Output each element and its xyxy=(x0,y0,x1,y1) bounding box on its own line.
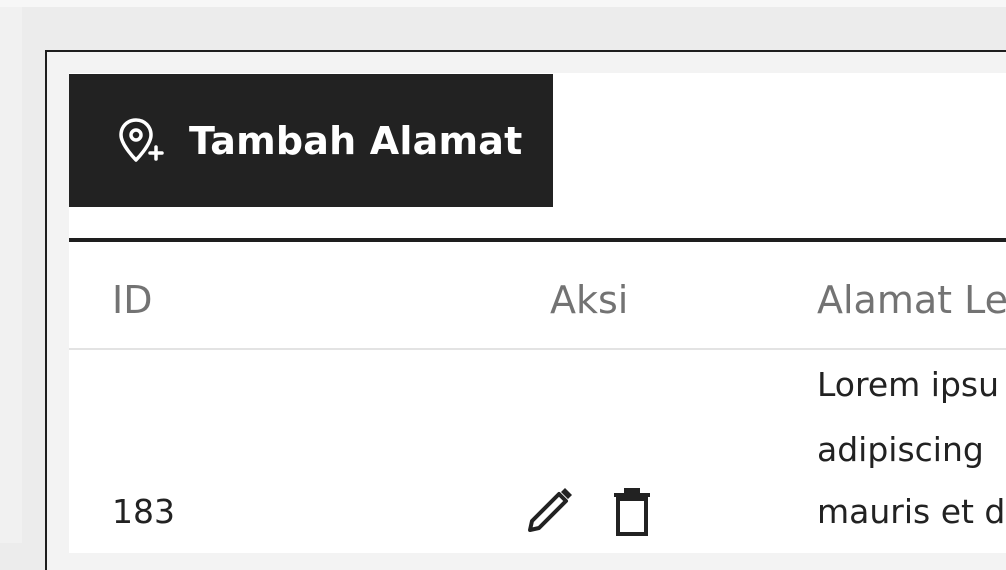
side-strip xyxy=(0,7,22,543)
address-line: adipiscing xyxy=(817,430,984,469)
address-line: Lorem ipsu xyxy=(817,365,999,404)
column-header-alamat[interactable]: Alamat Le xyxy=(817,278,1006,322)
add-address-label: Tambah Alamat xyxy=(189,118,523,163)
row-id-cell: 183 xyxy=(112,492,175,531)
table-top-rule xyxy=(69,238,1006,242)
top-strip xyxy=(0,0,1006,7)
location-add-icon xyxy=(115,115,167,167)
edit-icon[interactable] xyxy=(524,484,576,536)
column-header-id[interactable]: ID xyxy=(112,278,152,322)
column-header-aksi[interactable]: Aksi xyxy=(550,278,628,322)
delete-icon[interactable] xyxy=(606,484,658,536)
address-line: mauris et d xyxy=(817,492,1006,531)
add-address-button[interactable]: Tambah Alamat xyxy=(69,74,553,207)
header-divider xyxy=(69,348,1006,350)
